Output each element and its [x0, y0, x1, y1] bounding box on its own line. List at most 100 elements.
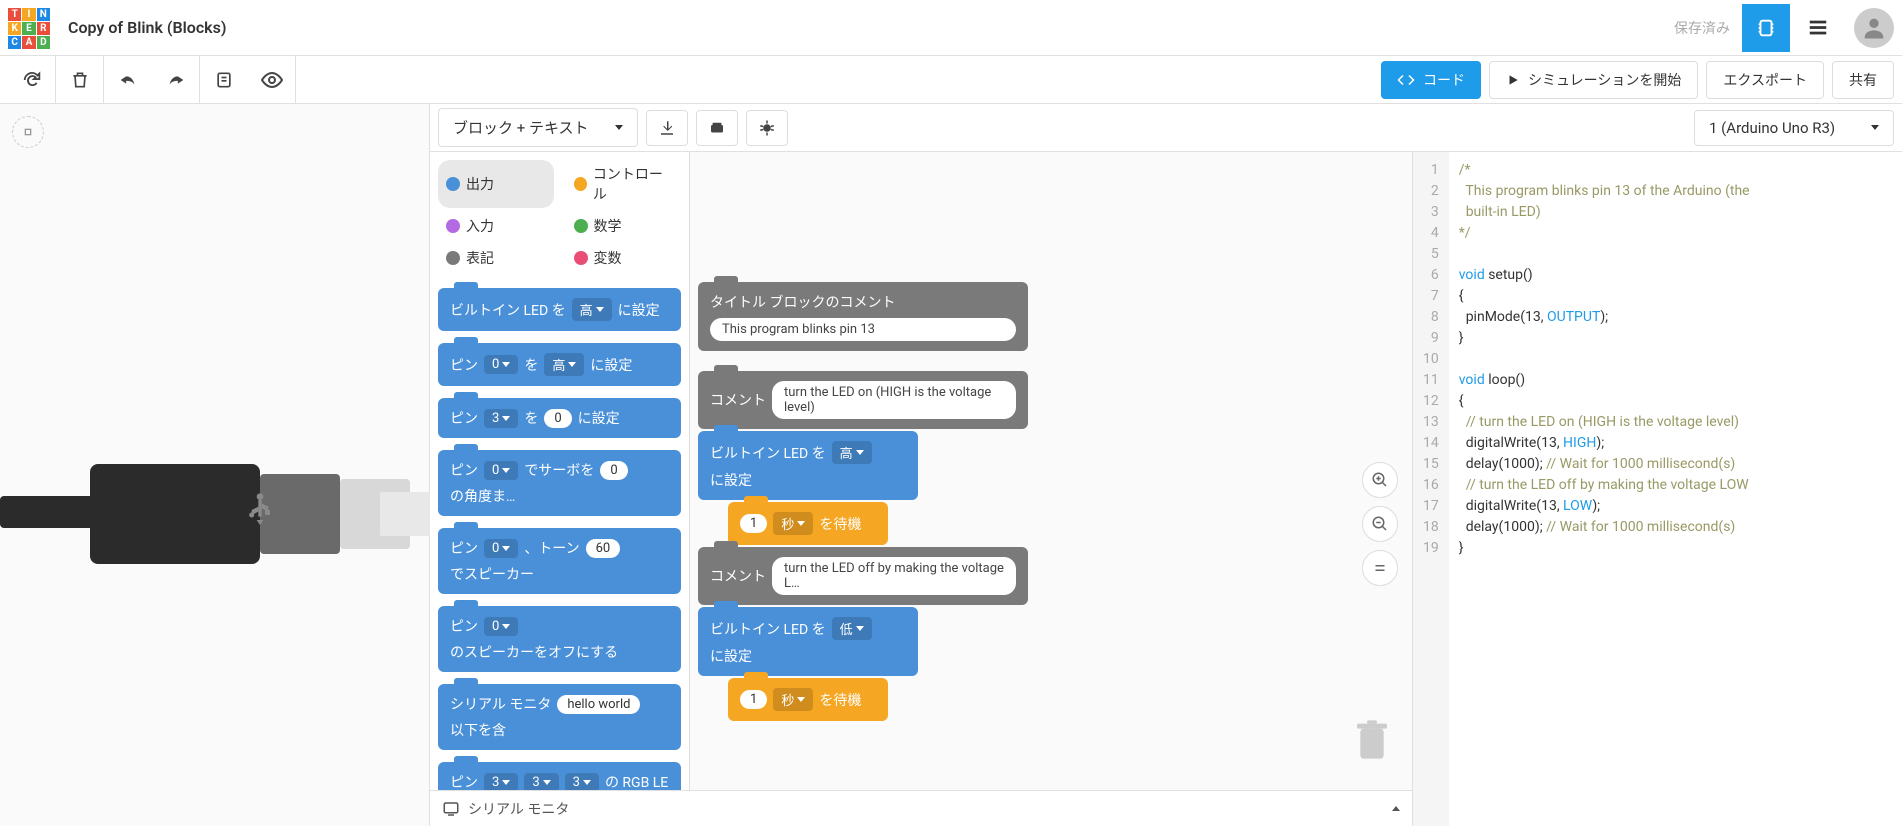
led-high-block[interactable]: ビルトイン LED を高に設定 — [698, 431, 918, 500]
block-number-field[interactable]: 1 — [740, 690, 767, 709]
caret-down-icon — [615, 125, 623, 130]
notes-button[interactable] — [200, 56, 248, 104]
usb-connector-graphic — [0, 454, 440, 574]
block-dropdown[interactable]: 0 — [484, 539, 518, 558]
title-comment-block[interactable]: タイトル ブロックのコメントThis program blinks pin 13 — [698, 282, 1028, 351]
code-toolbar: ブロック + テキスト 1 (Arduino Uno R3) — [430, 104, 1902, 152]
category-コントロール[interactable]: コントロール — [566, 160, 682, 208]
block-tone[interactable]: ピン0、トーン60でスピーカー — [438, 528, 681, 594]
category-dot-icon — [574, 177, 587, 191]
led-low-block[interactable]: ビルトイン LED を低に設定 — [698, 607, 918, 676]
wait-block[interactable]: 1秒を待機 — [728, 502, 888, 545]
board-select-label: 1 (Arduino Uno R3) — [1709, 119, 1835, 137]
comment-block[interactable]: コメントturn the LED off by making the volta… — [698, 547, 1028, 605]
category-dot-icon — [574, 251, 588, 265]
app-header: TIN KER CAD Copy of Blink (Blocks) 保存済み — [0, 0, 1902, 56]
category-数学[interactable]: 数学 — [566, 212, 682, 240]
delete-button[interactable] — [56, 56, 104, 104]
category-表記[interactable]: 表記 — [438, 244, 554, 272]
block-dropdown[interactable]: 0 — [484, 617, 518, 636]
circuits-view-button[interactable] — [1742, 4, 1790, 52]
trash-icon[interactable] — [1352, 718, 1392, 766]
usb-icon — [240, 490, 280, 530]
code-mode-label: ブロック + テキスト — [453, 117, 589, 138]
category-dot-icon — [574, 219, 588, 233]
block-number-field[interactable]: 60 — [586, 539, 621, 558]
block-text-field[interactable]: turn the LED off by making the voltage L… — [772, 557, 1016, 595]
board-select-dropdown[interactable]: 1 (Arduino Uno R3) — [1694, 110, 1894, 146]
block-dropdown[interactable]: 高 — [572, 298, 612, 321]
project-title[interactable]: Copy of Blink (Blocks) — [68, 18, 226, 37]
user-avatar[interactable] — [1854, 8, 1894, 48]
debug-button[interactable] — [746, 110, 788, 146]
block-dropdown[interactable]: 3 — [484, 409, 518, 428]
line-gutter: 12345678910111213141516171819 — [1413, 152, 1449, 826]
block-dropdown[interactable]: 3 — [524, 773, 558, 792]
block-pin-analog[interactable]: ピン3を0に設定 — [438, 398, 681, 438]
code-button[interactable]: コード — [1381, 61, 1481, 99]
export-button-label: エクスポート — [1723, 70, 1807, 90]
share-button-label: 共有 — [1849, 70, 1877, 90]
block-number-field[interactable]: 0 — [600, 461, 627, 480]
block-number-field[interactable]: 1 — [740, 514, 767, 533]
export-button[interactable]: エクスポート — [1706, 61, 1824, 99]
block-dropdown[interactable]: 高 — [544, 353, 584, 376]
block-dropdown[interactable]: 3 — [484, 773, 518, 792]
category-入力[interactable]: 入力 — [438, 212, 554, 240]
category-dot-icon — [446, 251, 460, 265]
category-変数[interactable]: 変数 — [566, 244, 682, 272]
block-serial-print[interactable]: シリアル モニタhello world以下を含 — [438, 684, 681, 750]
share-button[interactable]: 共有 — [1832, 61, 1894, 99]
code-button-label: コード — [1423, 70, 1465, 90]
simulate-button[interactable]: シミュレーションを開始 — [1489, 61, 1698, 99]
block-pin-digital[interactable]: ピン0を高に設定 — [438, 343, 681, 386]
zoom-in-button[interactable] — [1362, 462, 1398, 498]
block-builtin-led[interactable]: ビルトイン LED を高に設定 — [438, 288, 681, 331]
circuit-canvas[interactable] — [0, 104, 430, 826]
serial-monitor-label: シリアル モニタ — [468, 799, 569, 819]
block-servo[interactable]: ピン0でサーボを0の角度ま… — [438, 450, 681, 516]
code-content[interactable]: /* This program blinks pin 13 of the Ard… — [1449, 152, 1902, 826]
block-dropdown[interactable]: 0 — [484, 461, 518, 480]
zoom-out-button[interactable] — [1362, 506, 1398, 542]
category-dot-icon — [446, 177, 460, 191]
fit-view-button[interactable] — [12, 116, 44, 148]
block-dropdown[interactable]: 高 — [832, 441, 872, 464]
download-button[interactable] — [646, 110, 688, 146]
undo-button[interactable] — [104, 56, 152, 104]
category-出力[interactable]: 出力 — [438, 160, 554, 208]
schematic-view-button[interactable] — [1794, 4, 1842, 52]
block-workspace[interactable]: タイトル ブロックのコメントThis program blinks pin 13… — [690, 152, 1412, 826]
block-palette: 出力コントロール入力数学表記変数 ビルトイン LED を高に設定 ピン0を高に設… — [430, 152, 690, 826]
category-dot-icon — [446, 219, 460, 233]
block-speaker-off[interactable]: ピン0のスピーカーをオフにする — [438, 606, 681, 672]
palette-block-list[interactable]: ビルトイン LED を高に設定 ピン0を高に設定 ピン3を0に設定 ピン0でサー… — [430, 280, 689, 826]
code-mode-dropdown[interactable]: ブロック + テキスト — [438, 108, 638, 147]
block-dropdown[interactable]: 秒 — [773, 512, 813, 535]
block-text-field[interactable]: turn the LED on (HIGH is the voltage lev… — [772, 381, 1016, 419]
wait-block[interactable]: 1秒を待機 — [728, 678, 888, 721]
block-text-field[interactable]: hello world — [557, 695, 640, 714]
block-text-field[interactable]: This program blinks pin 13 — [710, 318, 1016, 341]
block-dropdown[interactable]: 3 — [565, 773, 599, 792]
simulate-button-label: シミュレーションを開始 — [1528, 70, 1681, 90]
block-dropdown[interactable]: 低 — [832, 617, 872, 640]
block-dropdown[interactable]: 秒 — [773, 688, 813, 711]
block-number-field[interactable]: 0 — [544, 409, 571, 428]
main-toolbar: コード シミュレーションを開始 エクスポート 共有 — [0, 56, 1902, 104]
library-button[interactable] — [696, 110, 738, 146]
block-dropdown[interactable]: 0 — [484, 355, 518, 374]
comment-block[interactable]: コメントturn the LED on (HIGH is the voltage… — [698, 371, 1028, 429]
tinkercad-logo[interactable]: TIN KER CAD — [8, 8, 56, 48]
text-code-editor[interactable]: 12345678910111213141516171819 /* This pr… — [1412, 152, 1902, 826]
caret-down-icon — [1871, 125, 1879, 130]
monitor-icon — [442, 800, 460, 818]
rotate-button[interactable] — [8, 56, 56, 104]
saved-status: 保存済み — [1674, 18, 1730, 38]
visibility-button[interactable] — [248, 56, 296, 104]
redo-button[interactable] — [152, 56, 200, 104]
serial-monitor-toggle[interactable]: シリアル モニタ — [430, 790, 1412, 826]
code-panel: ブロック + テキスト 1 (Arduino Uno R3) 出力コントロール入… — [430, 104, 1902, 826]
caret-up-icon — [1392, 806, 1400, 811]
zoom-fit-button[interactable] — [1362, 550, 1398, 586]
